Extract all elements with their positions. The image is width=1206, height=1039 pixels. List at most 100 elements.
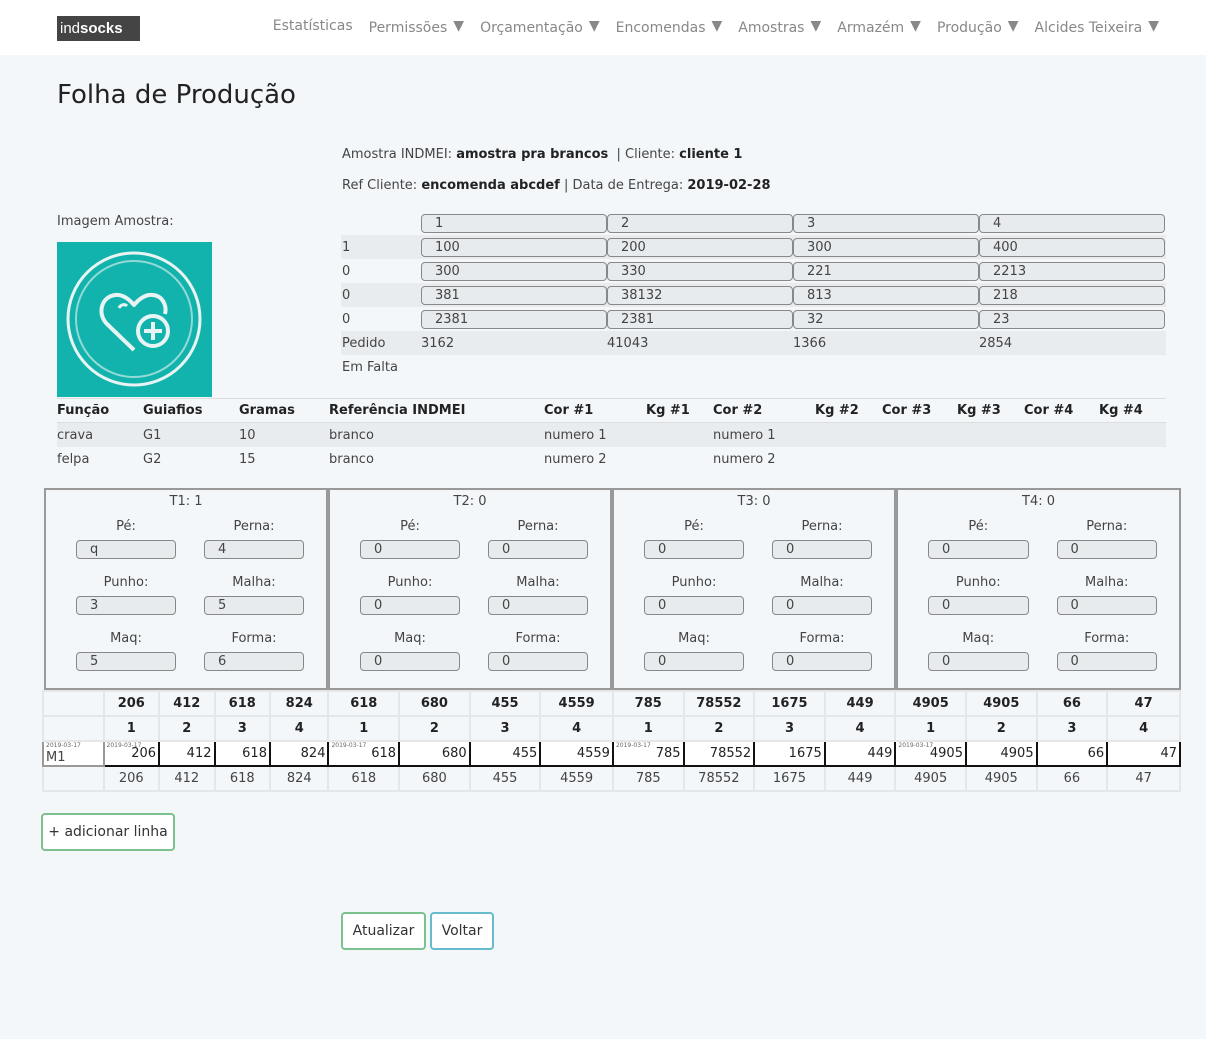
forma-input[interactable]: 0 bbox=[488, 652, 588, 671]
size-input[interactable]: 23 bbox=[979, 309, 1165, 329]
maq-input[interactable]: 0 bbox=[928, 652, 1029, 671]
maq-input[interactable]: 0 bbox=[644, 652, 744, 671]
forma-input[interactable]: 0 bbox=[772, 652, 872, 671]
size-input[interactable]: 2213 bbox=[979, 261, 1165, 281]
function-cell: Referência INDMEI bbox=[329, 403, 466, 418]
maq-input[interactable]: 5 bbox=[76, 652, 176, 671]
quantity-input[interactable]: 618 bbox=[213, 740, 271, 767]
perna-input[interactable]: 0 bbox=[488, 540, 588, 559]
pe-label: Pé: bbox=[684, 519, 704, 534]
nav-item-5[interactable]: Armazém ▼ bbox=[837, 18, 921, 36]
pe-input[interactable]: q bbox=[76, 540, 176, 559]
quantity-input[interactable]: 824 bbox=[268, 740, 330, 767]
size-input[interactable]: 330 bbox=[607, 261, 793, 281]
grid-cell: 1 bbox=[102, 715, 161, 742]
quantity-input[interactable]: 449 bbox=[823, 740, 897, 767]
grid-cell: 78552 bbox=[682, 765, 756, 792]
quantity-input[interactable]: 4905 bbox=[964, 740, 1038, 767]
quantity-input[interactable]: 412 bbox=[158, 740, 216, 767]
update-button[interactable]: Atualizar bbox=[341, 912, 426, 950]
size-header-2[interactable]: 2 bbox=[607, 213, 793, 233]
quantity-input[interactable]: 47 bbox=[1106, 740, 1181, 767]
perna-input[interactable]: 0 bbox=[772, 540, 872, 559]
perna-input[interactable]: 0 bbox=[1056, 540, 1157, 559]
pe-input[interactable]: 0 bbox=[928, 540, 1029, 559]
nav-item-1[interactable]: Permissões ▼ bbox=[369, 18, 464, 36]
size-input[interactable]: 218 bbox=[979, 285, 1165, 305]
pe-input[interactable]: 0 bbox=[360, 540, 460, 559]
quantity-input[interactable]: 66 bbox=[1035, 740, 1109, 767]
malha-input[interactable]: 0 bbox=[772, 596, 872, 615]
forma-input[interactable]: 6 bbox=[204, 652, 304, 671]
size-block: T1: 1 Pé: Perna: q 4 Punho: Malha: 3 5 Maq: Forma:… bbox=[44, 488, 328, 690]
nav-item-3[interactable]: Encomendas ▼ bbox=[616, 18, 723, 36]
machine-input[interactable]: 2019-03-17 M1 bbox=[42, 740, 105, 767]
function-cell: branco bbox=[329, 451, 374, 467]
size-input[interactable]: 200 bbox=[607, 237, 793, 257]
grid-cell: 4905 bbox=[894, 690, 967, 717]
add-line-button[interactable]: + adicionar linha bbox=[41, 813, 175, 851]
nav-item-0[interactable]: Estatísticas bbox=[273, 18, 353, 36]
quantity-input[interactable]: 2019-03-17 4905 bbox=[894, 740, 967, 767]
punho-input[interactable]: 0 bbox=[644, 596, 744, 615]
size-input[interactable]: 32 bbox=[793, 309, 979, 329]
size-header-1[interactable]: 1 bbox=[421, 213, 607, 233]
quantity-input[interactable]: 2019-03-17 206 bbox=[102, 740, 161, 767]
size-header-3[interactable]: 3 bbox=[793, 213, 979, 233]
entry-date: 2019-03-17 bbox=[898, 742, 934, 749]
quantity-value: 824 bbox=[300, 746, 326, 761]
falta-label: Em Falta bbox=[342, 359, 398, 375]
back-button[interactable]: Voltar bbox=[430, 912, 494, 950]
grid-cell: 4905 bbox=[894, 765, 967, 792]
nav-item-label: Encomendas bbox=[615, 20, 706, 36]
size-block: T4: 0 Pé: Perna: 0 0 Punho: Malha: 0 0 Maq: Forma:… bbox=[896, 488, 1181, 690]
entry-date: 2019-03-17 bbox=[331, 742, 367, 749]
function-cell: 15 bbox=[239, 451, 256, 467]
grid-cell: 66 bbox=[1035, 690, 1109, 717]
size-input[interactable]: 2381 bbox=[421, 309, 607, 329]
malha-input[interactable]: 0 bbox=[1056, 596, 1157, 615]
perna-input[interactable]: 4 bbox=[204, 540, 304, 559]
malha-input[interactable]: 5 bbox=[204, 596, 304, 615]
grid-row: 206 412 618 824 618 680 455 4559 785 78552 1675 449… bbox=[42, 690, 1181, 717]
size-input[interactable]: 381 bbox=[421, 285, 607, 305]
quantity-input[interactable]: 455 bbox=[468, 740, 542, 767]
punho-input[interactable]: 0 bbox=[928, 596, 1029, 615]
malha-input[interactable]: 0 bbox=[488, 596, 588, 615]
nav-item-4[interactable]: Amostras ▼ bbox=[738, 18, 821, 36]
entrega-value: 2019-02-28 bbox=[687, 178, 771, 193]
size-block-fields: Pé: Perna: 0 0 Punho: Malha: 0 0 Maq: Forma: 0 0 bbox=[330, 519, 610, 687]
size-input[interactable]: 2381 bbox=[607, 309, 793, 329]
perna-label: Perna: bbox=[1086, 519, 1128, 534]
logo[interactable]: indsocks bbox=[57, 16, 140, 41]
function-row: felpa G2 15 branco numero 2 numero 2 bbox=[57, 447, 1166, 471]
size-input[interactable]: 813 bbox=[793, 285, 979, 305]
size-input[interactable]: 100 bbox=[421, 237, 607, 257]
pedido-row: Pedido 3162 41043 1366 2854 bbox=[341, 331, 1166, 355]
size-input[interactable]: 300 bbox=[421, 261, 607, 281]
quantity-input[interactable]: 4559 bbox=[539, 740, 614, 767]
maq-input[interactable]: 0 bbox=[360, 652, 460, 671]
forma-input[interactable]: 0 bbox=[1056, 652, 1157, 671]
size-input[interactable]: 38132 bbox=[607, 285, 793, 305]
size-input[interactable]: 221 bbox=[793, 261, 979, 281]
nav-item-label: Permissões bbox=[368, 20, 448, 36]
grid-cell: 618 bbox=[327, 765, 401, 792]
quantity-input[interactable]: 78552 bbox=[682, 740, 756, 767]
size-input[interactable]: 300 bbox=[793, 237, 979, 257]
quantity-input[interactable]: 2019-03-17 785 bbox=[611, 740, 685, 767]
punho-input[interactable]: 3 bbox=[76, 596, 176, 615]
quantity-input[interactable]: 680 bbox=[398, 740, 471, 767]
punho-input[interactable]: 0 bbox=[360, 596, 460, 615]
quantity-value: 1675 bbox=[788, 746, 822, 761]
quantity-input[interactable]: 1675 bbox=[753, 740, 826, 767]
nav-item-2[interactable]: Orçamentação ▼ bbox=[480, 18, 600, 36]
pe-input[interactable]: 0 bbox=[644, 540, 744, 559]
quantity-value: 412 bbox=[186, 746, 212, 761]
nav-item-6[interactable]: Produção ▼ bbox=[937, 18, 1019, 36]
grid-corner bbox=[42, 765, 105, 792]
quantity-input[interactable]: 2019-03-17 618 bbox=[327, 740, 401, 767]
size-input[interactable]: 400 bbox=[979, 237, 1165, 257]
nav-item-7[interactable]: Alcides Teixeira ▼ bbox=[1035, 18, 1159, 36]
size-header-4[interactable]: 4 bbox=[979, 213, 1165, 233]
